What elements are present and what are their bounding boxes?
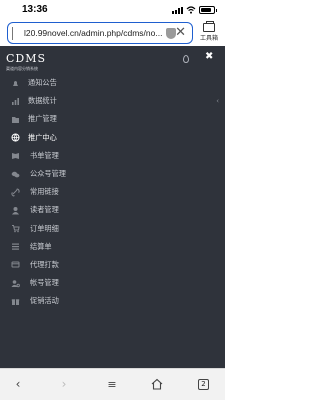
folder-icon — [11, 115, 20, 124]
globe-icon — [11, 133, 20, 142]
clear-url-icon[interactable]: ✕ — [175, 25, 186, 40]
expand-arrow-icon: ‹ — [216, 97, 219, 106]
cart-icon — [11, 224, 20, 233]
wechat-icon — [11, 170, 20, 179]
nav-item[interactable]: 公众号管理 — [0, 165, 225, 183]
browser-bottom-toolbar: ‹ › ≡ 2 — [0, 368, 225, 400]
theme-drop-icon[interactable] — [183, 55, 189, 63]
nav-item-label: 常用链接 — [30, 187, 59, 197]
toolbox-button[interactable]: 工具箱 — [196, 21, 222, 44]
nav-item[interactable]: 推广中心 — [0, 129, 225, 147]
nav-item[interactable]: 推广管理 — [0, 110, 225, 128]
nav-item-label: 书单管理 — [30, 150, 59, 160]
status-time: 13:36 — [22, 4, 48, 15]
link-icon — [11, 188, 20, 197]
toolbox-label: 工具箱 — [199, 35, 218, 42]
wifi-icon — [186, 6, 196, 14]
forward-button[interactable]: › — [55, 377, 73, 391]
nav-panel: CDMS 渠道内容分销系统 ✖ 通知公告数据统计 ‹ 推广管理推广中心书单管理公众号… — [0, 46, 225, 368]
address-bar[interactable]: l20.99novel.cn/admin.php/cdms/no... ✕ — [7, 22, 193, 44]
nav-item[interactable]: 代理打款 — [0, 256, 225, 274]
bell-icon — [11, 79, 20, 88]
nav-item[interactable]: 帐号管理 — [0, 274, 225, 292]
nav-item-label: 推广中心 — [28, 132, 57, 142]
nav-item[interactable]: 通知公告 — [0, 74, 225, 92]
nav-item-label: 读者管理 — [30, 205, 59, 215]
back-button[interactable]: ‹ — [9, 377, 27, 391]
nav-item-label: 推广管理 — [28, 114, 57, 124]
brand-logo: CDMS — [6, 52, 47, 65]
nav-item-label: 订单明细 — [30, 223, 59, 233]
nav-item-label: 结算单 — [30, 241, 52, 251]
book-icon — [11, 151, 20, 160]
tabs-button[interactable]: 2 — [198, 379, 209, 390]
list-icon — [11, 242, 20, 251]
home-icon[interactable] — [151, 378, 163, 390]
nav-item[interactable]: 书单管理 — [0, 147, 225, 165]
chart-icon — [11, 97, 20, 106]
nav-item[interactable]: 促销活动 — [0, 292, 225, 310]
nav-item-label: 帐号管理 — [30, 278, 59, 288]
url-text[interactable]: l20.99novel.cn/admin.php/cdms/no... — [24, 28, 162, 38]
nav-menu: 通知公告数据统计 ‹ 推广管理推广中心书单管理公众号管理常用链接读者管理订单明细结算… — [0, 74, 225, 310]
battery-icon — [199, 6, 217, 14]
toolbox-icon — [203, 21, 215, 32]
signal-icon — [172, 6, 183, 14]
user-gear-icon — [11, 279, 20, 288]
nav-item[interactable]: 结算单 — [0, 238, 225, 256]
card-icon — [11, 260, 20, 269]
nav-item[interactable]: 订单明细 — [0, 220, 225, 238]
status-icons — [172, 5, 217, 15]
nav-item[interactable]: 读者管理 — [0, 201, 225, 219]
nav-item[interactable]: 数据统计 ‹ — [0, 92, 225, 110]
browser-address-row: l20.99novel.cn/admin.php/cdms/no... ✕ 工具… — [0, 20, 225, 46]
menu-button[interactable]: ≡ — [103, 378, 121, 391]
status-bar: 13:36 — [0, 0, 225, 20]
nav-item-label: 数据统计 — [28, 96, 57, 106]
gift-icon — [11, 297, 20, 306]
user-icon — [11, 206, 20, 215]
nav-item-label: 代理打款 — [30, 259, 59, 269]
nav-item-label: 通知公告 — [28, 78, 57, 88]
url-edge-icon — [12, 27, 21, 40]
close-menu-icon[interactable]: ✖ — [205, 51, 213, 62]
nav-item-label: 促销活动 — [30, 296, 59, 306]
nav-item[interactable]: 常用链接 — [0, 183, 225, 201]
brand: CDMS 渠道内容分销系统 — [6, 52, 46, 72]
nav-item-label: 公众号管理 — [30, 169, 66, 179]
brand-subtitle: 渠道内容分销系统 — [6, 66, 38, 71]
